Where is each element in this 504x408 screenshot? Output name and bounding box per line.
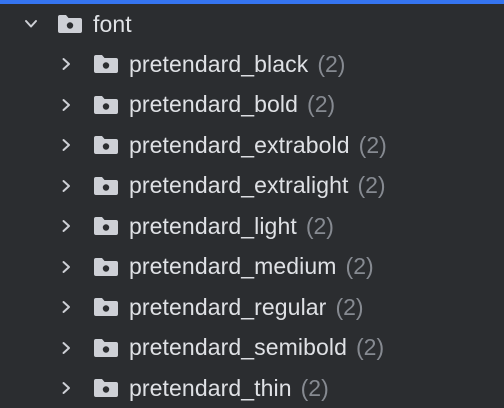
chevron-right-icon[interactable] [58, 299, 74, 315]
tree-node-pretendard-extrabold[interactable]: pretendard_extrabold (2) [0, 125, 504, 166]
tree-node-pretendard-bold[interactable]: pretendard_bold (2) [0, 85, 504, 126]
file-count: (2) [307, 91, 336, 118]
chevron-right-icon[interactable] [58, 97, 74, 113]
project-tree: font pretendard_black (2) pretendard_bold (… [0, 4, 504, 408]
tree-node-label: pretendard_light [129, 212, 297, 239]
folder-icon [93, 135, 119, 155]
chevron-right-icon[interactable] [58, 137, 74, 153]
chevron-down-icon[interactable] [23, 16, 39, 32]
file-count: (2) [317, 50, 346, 77]
tree-node-pretendard-thin[interactable]: pretendard_thin (2) [0, 368, 504, 408]
folder-icon [93, 176, 119, 196]
folder-icon [93, 378, 119, 398]
tree-node-pretendard-extralight[interactable]: pretendard_extralight (2) [0, 166, 504, 207]
folder-icon [93, 257, 119, 277]
tree-node-pretendard-black[interactable]: pretendard_black (2) [0, 44, 504, 85]
file-count: (2) [358, 131, 387, 158]
file-count: (2) [300, 374, 329, 401]
file-count: (2) [305, 212, 334, 239]
tree-node-label: pretendard_black [129, 50, 309, 77]
folder-icon [57, 14, 83, 34]
chevron-right-icon[interactable] [58, 178, 74, 194]
tree-node-pretendard-medium[interactable]: pretendard_medium (2) [0, 247, 504, 288]
chevron-right-icon[interactable] [58, 218, 74, 234]
file-count: (2) [356, 334, 385, 361]
chevron-right-icon[interactable] [58, 380, 74, 396]
tree-node-pretendard-regular[interactable]: pretendard_regular (2) [0, 287, 504, 328]
tree-node-label: pretendard_extralight [129, 172, 349, 199]
folder-icon [93, 95, 119, 115]
folder-icon [93, 297, 119, 317]
chevron-right-icon[interactable] [58, 259, 74, 275]
folder-icon [93, 54, 119, 74]
tree-node-font[interactable]: font [0, 4, 504, 44]
chevron-right-icon[interactable] [58, 56, 74, 72]
chevron-right-icon[interactable] [58, 340, 74, 356]
tree-node-label: font [93, 10, 132, 37]
tree-node-label: pretendard_regular [129, 293, 327, 320]
tree-node-label: pretendard_medium [129, 253, 337, 280]
tree-node-label: pretendard_extrabold [129, 131, 350, 158]
tree-node-label: pretendard_thin [129, 374, 292, 401]
tree-node-pretendard-light[interactable]: pretendard_light (2) [0, 206, 504, 247]
tree-node-pretendard-semibold[interactable]: pretendard_semibold (2) [0, 328, 504, 369]
file-count: (2) [335, 293, 364, 320]
file-count: (2) [345, 253, 374, 280]
folder-icon [93, 338, 119, 358]
file-count: (2) [357, 172, 386, 199]
folder-icon [93, 216, 119, 236]
tree-node-label: pretendard_bold [129, 91, 299, 118]
tree-node-label: pretendard_semibold [129, 334, 347, 361]
